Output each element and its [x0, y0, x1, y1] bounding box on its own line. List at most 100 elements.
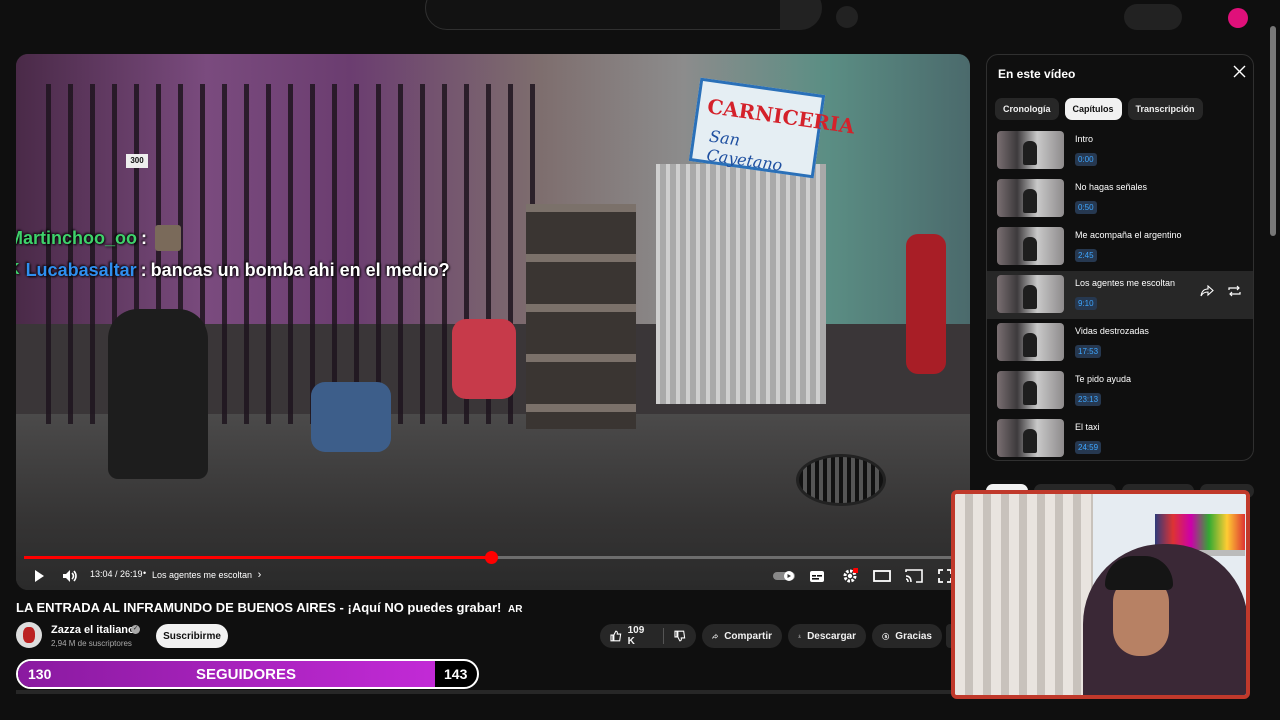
video-player[interactable]: 300 CARNICERIA San Cayetano Martinchoo_o… [16, 54, 970, 590]
video-gate [656, 164, 826, 404]
subscribe-button[interactable]: Suscribirme [156, 624, 228, 648]
chat-username: Lucabasaltar [25, 259, 137, 280]
cast-icon [905, 569, 923, 583]
share-icon [712, 633, 719, 639]
title-badge: AR [507, 604, 523, 615]
autoplay-toggle-icon [773, 571, 795, 581]
webcam-curtain [955, 494, 1093, 695]
followers-goal: 143 [444, 666, 468, 682]
channel-avatar[interactable] [16, 622, 42, 648]
video-title-text: LA ENTRADA AL INFRAMUNDO DE BUENOS AIRES… [16, 600, 502, 615]
close-panel-button[interactable] [1231, 65, 1247, 81]
chapter-item[interactable]: El taxi 24:59 [987, 415, 1253, 460]
chapter-thumbnail-figure [1023, 285, 1037, 309]
chapter-timestamp[interactable]: 0:50 [1075, 201, 1097, 214]
dislike-icon[interactable] [674, 630, 686, 642]
panel-title: En este vídeo [998, 67, 1076, 81]
chapter-thumbnail [997, 419, 1064, 457]
chat-message: bancas un bomba ahi en el medio? [150, 259, 450, 280]
chapter-timestamp[interactable]: 24:59 [1075, 441, 1102, 454]
volume-icon [63, 570, 77, 582]
chapter-thumbnail-figure [1023, 333, 1037, 357]
chapter-item[interactable]: Me acompaña el argentino 2:45 [987, 223, 1253, 271]
autoplay-toggle[interactable] [772, 565, 796, 587]
chapter-thumbnail-figure [1023, 429, 1037, 453]
chapter-title-button[interactable]: Los agentes me escoltan › [152, 569, 261, 581]
chapter-thumbnail [997, 323, 1064, 361]
thanks-button[interactable]: $ Gracias [872, 624, 942, 648]
panel-tabs: Cronología Capítulos Transcripción [995, 98, 1203, 120]
like-separator [663, 628, 665, 644]
chat-username: Martinchoo_oo [16, 227, 137, 248]
close-icon [1233, 65, 1245, 78]
tab-timeline[interactable]: Cronología [995, 98, 1059, 120]
like-dislike-group: 109 K [600, 624, 696, 648]
chat-line: Martinchoo_oo : [16, 222, 450, 254]
followers-label: SEGUIDORES [196, 666, 297, 683]
search-input[interactable] [425, 0, 820, 30]
chapter-item[interactable]: Intro 0:00 [987, 127, 1253, 175]
video-blanket [311, 382, 391, 452]
shop-sign: CARNICERIA San Cayetano [688, 77, 856, 179]
chapter-timestamp[interactable]: 17:53 [1075, 345, 1102, 358]
description-box[interactable] [16, 690, 956, 694]
like-icon[interactable] [610, 630, 622, 642]
chapter-title: El taxi [1075, 422, 1100, 432]
top-bar [0, 0, 1280, 30]
like-count[interactable]: 109 K [628, 625, 654, 647]
chapter-timestamp[interactable]: 2:45 [1075, 249, 1097, 262]
followers-current: 130 [28, 666, 52, 682]
search-button[interactable] [780, 0, 822, 30]
chapter-item[interactable]: No hagas señales 0:50 [987, 175, 1253, 223]
download-button[interactable]: Descargar [788, 624, 866, 648]
chapter-thumbnail-figure [1023, 237, 1037, 261]
chevron-right-icon: › [257, 569, 262, 581]
tab-transcript[interactable]: Transcripción [1127, 98, 1203, 120]
time-display: 13:04 / 26:19 [90, 569, 143, 579]
svg-text:$: $ [884, 634, 887, 640]
progress-played [24, 556, 492, 559]
chapter-thumbnail-figure [1023, 141, 1037, 165]
chapter-item[interactable]: Los agentes me escoltan 9:10 [987, 271, 1253, 319]
chat-separator: : [140, 259, 147, 280]
voice-search-button[interactable] [836, 6, 858, 28]
create-button[interactable] [1124, 4, 1182, 30]
chapter-title: Me acompaña el argentino [1075, 230, 1182, 240]
chat-overlay: Martinchoo_oo : K Lucabasaltar : bancas … [16, 222, 450, 286]
mute-button[interactable] [60, 565, 80, 587]
chapter-title: Intro [1075, 134, 1094, 144]
tab-chapters[interactable]: Capítulos [1064, 98, 1122, 120]
chapter-timestamp[interactable]: 9:10 [1075, 297, 1097, 310]
chapter-item[interactable]: Vidas destrozadas 17:53 [987, 319, 1253, 367]
video-bricks [526, 204, 636, 429]
chapter-timestamp[interactable]: 23:13 [1075, 393, 1102, 406]
subtitles-button[interactable] [808, 565, 826, 587]
fullscreen-icon [938, 569, 952, 583]
chapter-title: Te pido ayuda [1075, 374, 1132, 384]
chapter-item[interactable]: Te pido ayuda 23:13 [987, 367, 1253, 415]
settings-button[interactable] [840, 565, 860, 587]
share-label: Compartir [724, 630, 772, 642]
play-button[interactable] [30, 565, 48, 587]
chapter-title: Los agentes me escoltan [1075, 278, 1176, 288]
theater-mode-button[interactable] [872, 565, 892, 587]
time-dot: • [143, 568, 147, 578]
cast-button[interactable] [904, 565, 924, 587]
loop-icon[interactable] [1227, 285, 1242, 300]
in-this-video-panel: En este vídeo Cronología Capítulos Transcr… [986, 54, 1254, 461]
chapter-title-label: Los agentes me escoltan [152, 570, 253, 580]
channel-avatar-figure [23, 627, 35, 643]
house-number: 300 [126, 154, 148, 168]
page-scrollbar[interactable] [1270, 26, 1276, 236]
share-chapter-icon[interactable] [1200, 284, 1214, 300]
kick-badge-icon: K [16, 261, 20, 279]
channel-name[interactable]: Zazza el italiano [51, 624, 135, 636]
chapter-thumbnail-figure [1023, 381, 1037, 405]
verified-icon: ✓ [131, 625, 140, 634]
chapter-timestamp[interactable]: 0:00 [1075, 153, 1097, 166]
chapter-thumbnail [997, 227, 1064, 265]
account-avatar[interactable] [1228, 8, 1248, 28]
share-button[interactable]: Compartir [702, 624, 782, 648]
play-icon [35, 570, 44, 582]
progress-bar[interactable] [24, 551, 962, 564]
